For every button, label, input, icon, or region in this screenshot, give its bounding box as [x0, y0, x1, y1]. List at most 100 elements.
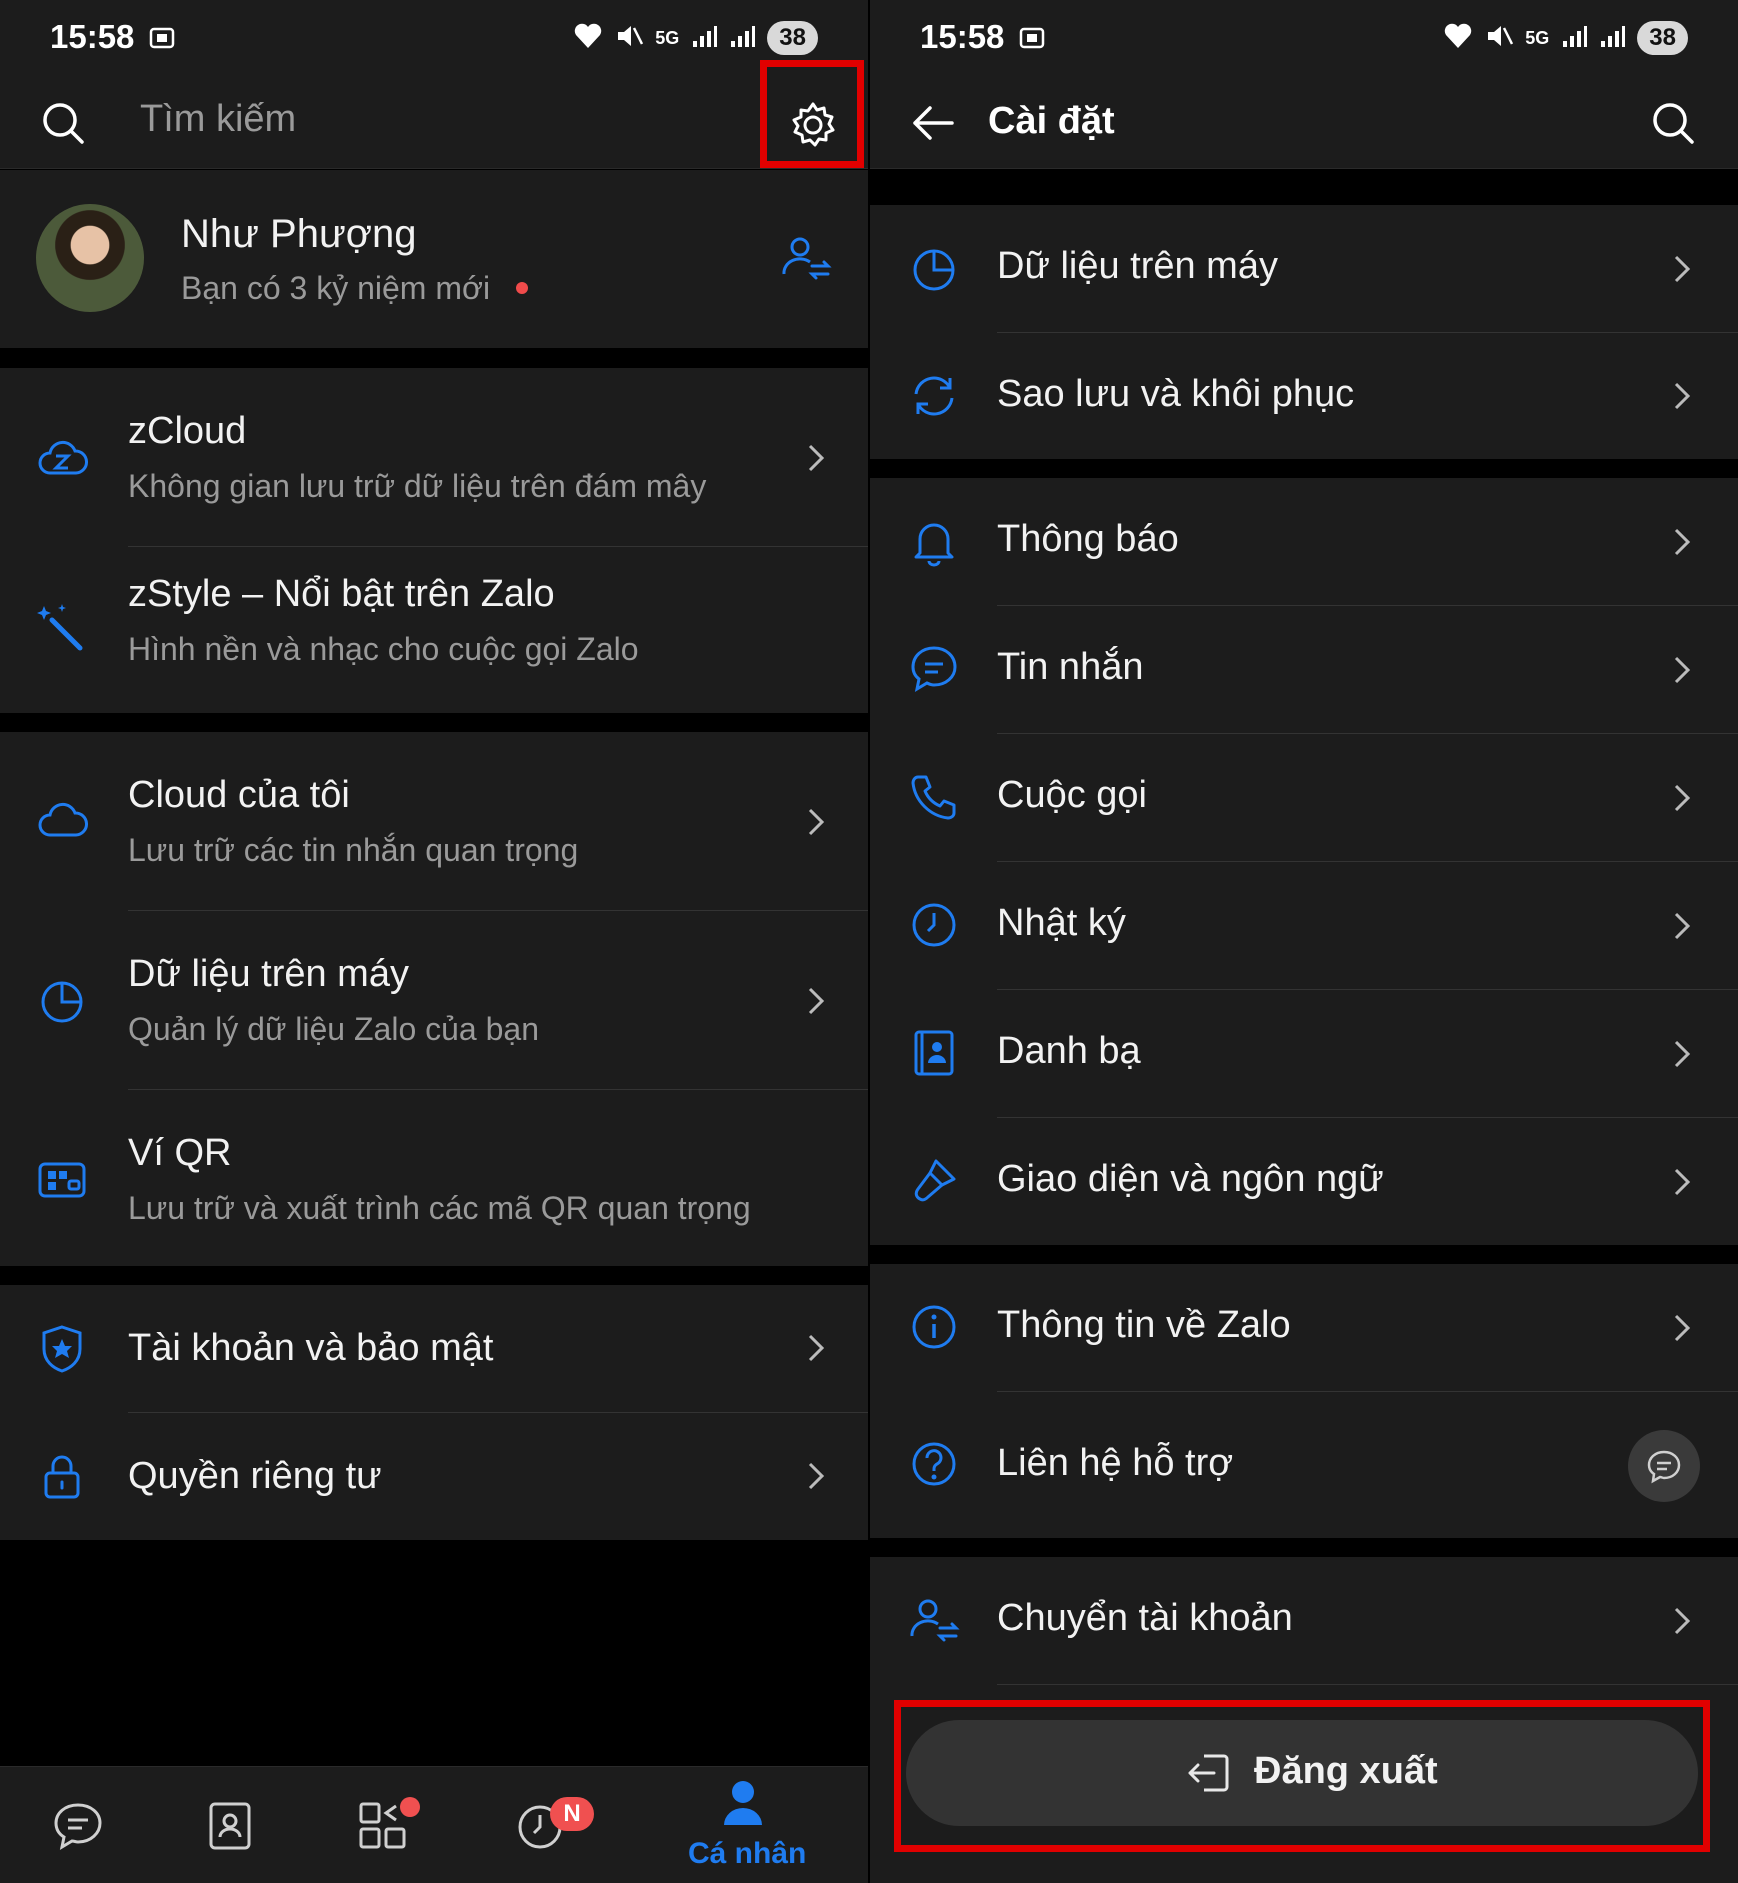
section-account: Tài khoản và bảo mật Quyền riêng tư: [0, 1285, 868, 1540]
status-bar: 15:58 5G 38: [870, 0, 1738, 80]
settings-item-label: Giao diện và ngôn ngữ: [997, 1158, 1384, 1200]
list-item-account-security[interactable]: Tài khoản và bảo mật: [0, 1285, 868, 1412]
status-icons: 5G 38: [573, 20, 818, 56]
settings-item-device-data[interactable]: Dữ liệu trên máy: [870, 205, 1738, 332]
settings-header: Cài đặt: [870, 80, 1738, 169]
settings-highlight-box: [760, 60, 864, 168]
section-storage: Cloud của tôi Lưu trữ các tin nhắn quan …: [0, 732, 868, 1266]
chevron-right-icon: [1670, 780, 1694, 816]
nav-discover[interactable]: [312, 1767, 452, 1883]
nav-timeline[interactable]: N: [470, 1767, 610, 1883]
page-title: Cài đặt: [988, 100, 1115, 142]
divider: [997, 1684, 1738, 1685]
nav-personal[interactable]: Cá nhân: [672, 1767, 812, 1883]
heart-icon: [1443, 22, 1473, 55]
screenshot-icon: [148, 24, 176, 52]
support-chat-button[interactable]: [1628, 1430, 1700, 1502]
chevron-right-icon: [1670, 652, 1694, 688]
nav-messages[interactable]: [8, 1767, 148, 1883]
settings-item-appearance[interactable]: Giao diện và ngôn ngữ: [870, 1118, 1738, 1245]
chevron-right-icon: [1670, 908, 1694, 944]
zcloud-icon: [36, 433, 88, 485]
settings-item-label: Nhật ký: [997, 902, 1126, 944]
chevron-right-icon: [804, 983, 828, 1019]
nav-contacts[interactable]: [160, 1767, 300, 1883]
nav-personal-label: Cá nhân: [688, 1837, 807, 1870]
signal-icon: [691, 23, 718, 54]
bell-icon: [908, 515, 960, 567]
status-time: 15:58: [920, 18, 1005, 55]
signal-icon: [1561, 23, 1588, 54]
info-icon: [908, 1301, 960, 1353]
list-item-title: Quyền riêng tư: [128, 1455, 382, 1497]
settings-item-contacts[interactable]: Danh bạ: [870, 990, 1738, 1117]
settings-item-label: Danh bạ: [997, 1030, 1141, 1072]
qr-wallet-icon: [36, 1152, 88, 1204]
signal-icon-2: [1599, 23, 1626, 54]
search-icon[interactable]: [1650, 100, 1696, 146]
network-5g-label: 5G: [655, 27, 680, 48]
contacts-book-icon: [908, 1027, 960, 1079]
settings-item-label: Dữ liệu trên máy: [997, 245, 1278, 287]
list-item-subtitle: Lưu trữ các tin nhắn quan trọng: [128, 832, 579, 868]
settings-item-support[interactable]: Liên hệ hỗ trợ: [870, 1392, 1738, 1538]
list-item-subtitle: Không gian lưu trữ dữ liệu trên đám mây: [128, 468, 707, 504]
list-item-title: zStyle – Nổi bật trên Zalo: [128, 573, 555, 615]
personal-screen: 15:58 5G 38 Tìm kiếm Như Phượng Bạn có 3…: [0, 0, 868, 1883]
search-input[interactable]: Tìm kiếm: [140, 98, 296, 141]
paintbrush-icon: [908, 1155, 960, 1207]
settings-item-about-zalo[interactable]: Thông tin về Zalo: [870, 1264, 1738, 1391]
settings-item-notifications[interactable]: Thông báo: [870, 478, 1738, 605]
person-icon: [722, 1779, 764, 1827]
profile-card[interactable]: Như Phượng Bạn có 3 kỷ niệm mới: [0, 170, 868, 348]
settings-item-label: Tin nhắn: [997, 646, 1144, 688]
settings-item-timeline[interactable]: Nhật ký: [870, 862, 1738, 989]
mute-icon: [1485, 22, 1514, 55]
message-icon: [908, 643, 960, 695]
chevron-right-icon: [804, 1458, 828, 1494]
list-item-title: Ví QR: [128, 1132, 232, 1174]
help-icon: [908, 1438, 960, 1490]
mute-icon: [615, 22, 644, 55]
chevron-right-icon: [1670, 1164, 1694, 1200]
phone-icon: [908, 771, 960, 823]
settings-group-about: Thông tin về Zalo Liên hệ hỗ trợ: [870, 1264, 1738, 1538]
list-item-subtitle: Quản lý dữ liệu Zalo của bạn: [128, 1011, 539, 1047]
settings-item-messages[interactable]: Tin nhắn: [870, 606, 1738, 733]
list-item-zstyle[interactable]: zStyle – Nổi bật trên Zalo Hình nền và n…: [0, 547, 868, 713]
shield-icon: [36, 1323, 88, 1375]
list-item-privacy[interactable]: Quyền riêng tư: [0, 1413, 868, 1540]
list-item-title: Cloud của tôi: [128, 774, 350, 816]
list-item-device-data[interactable]: Dữ liệu trên máy Quản lý dữ liệu Zalo củ…: [0, 911, 868, 1089]
list-item-qr-wallet[interactable]: Ví QR Lưu trữ và xuất trình các mã QR qu…: [0, 1090, 868, 1266]
settings-group-data: Dữ liệu trên máy Sao lưu và khôi phục: [870, 205, 1738, 459]
chat-bubble-icon: [52, 1801, 104, 1851]
settings-item-backup[interactable]: Sao lưu và khôi phục: [870, 333, 1738, 459]
switch-account-icon[interactable]: [780, 232, 832, 284]
settings-item-label: Sao lưu và khôi phục: [997, 373, 1355, 415]
settings-item-label: Liên hệ hỗ trợ: [997, 1442, 1234, 1484]
list-item-subtitle: Hình nền và nhạc cho cuộc gọi Zalo: [128, 631, 639, 667]
chat-bubble-icon: [1647, 1450, 1681, 1484]
search-icon[interactable]: [40, 100, 86, 146]
status-bar: 15:58 5G 38: [0, 0, 868, 80]
network-5g-label: 5G: [1525, 27, 1550, 48]
settings-item-switch-account[interactable]: Chuyển tài khoản: [870, 1557, 1738, 1684]
chevron-right-icon: [1670, 1036, 1694, 1072]
chevron-right-icon: [804, 804, 828, 840]
list-item-title: Dữ liệu trên máy: [128, 953, 409, 995]
signal-icon-2: [729, 23, 756, 54]
lock-icon: [36, 1451, 88, 1503]
chevron-right-icon: [1670, 524, 1694, 560]
list-item-my-cloud[interactable]: Cloud của tôi Lưu trữ các tin nhắn quan …: [0, 732, 868, 910]
chevron-right-icon: [1670, 378, 1694, 414]
switch-account-icon: [908, 1594, 960, 1646]
list-item-subtitle: Lưu trữ và xuất trình các mã QR quan trọ…: [128, 1190, 751, 1226]
settings-item-calls[interactable]: Cuộc gọi: [870, 734, 1738, 861]
list-item-zcloud[interactable]: zCloud Không gian lưu trữ dữ liệu trên đ…: [0, 368, 868, 546]
back-arrow-icon[interactable]: [910, 102, 956, 144]
settings-item-label: Thông tin về Zalo: [997, 1304, 1291, 1346]
clock-icon: [908, 899, 960, 951]
chevron-right-icon: [804, 1330, 828, 1366]
search-bar: Tìm kiếm: [0, 80, 868, 169]
